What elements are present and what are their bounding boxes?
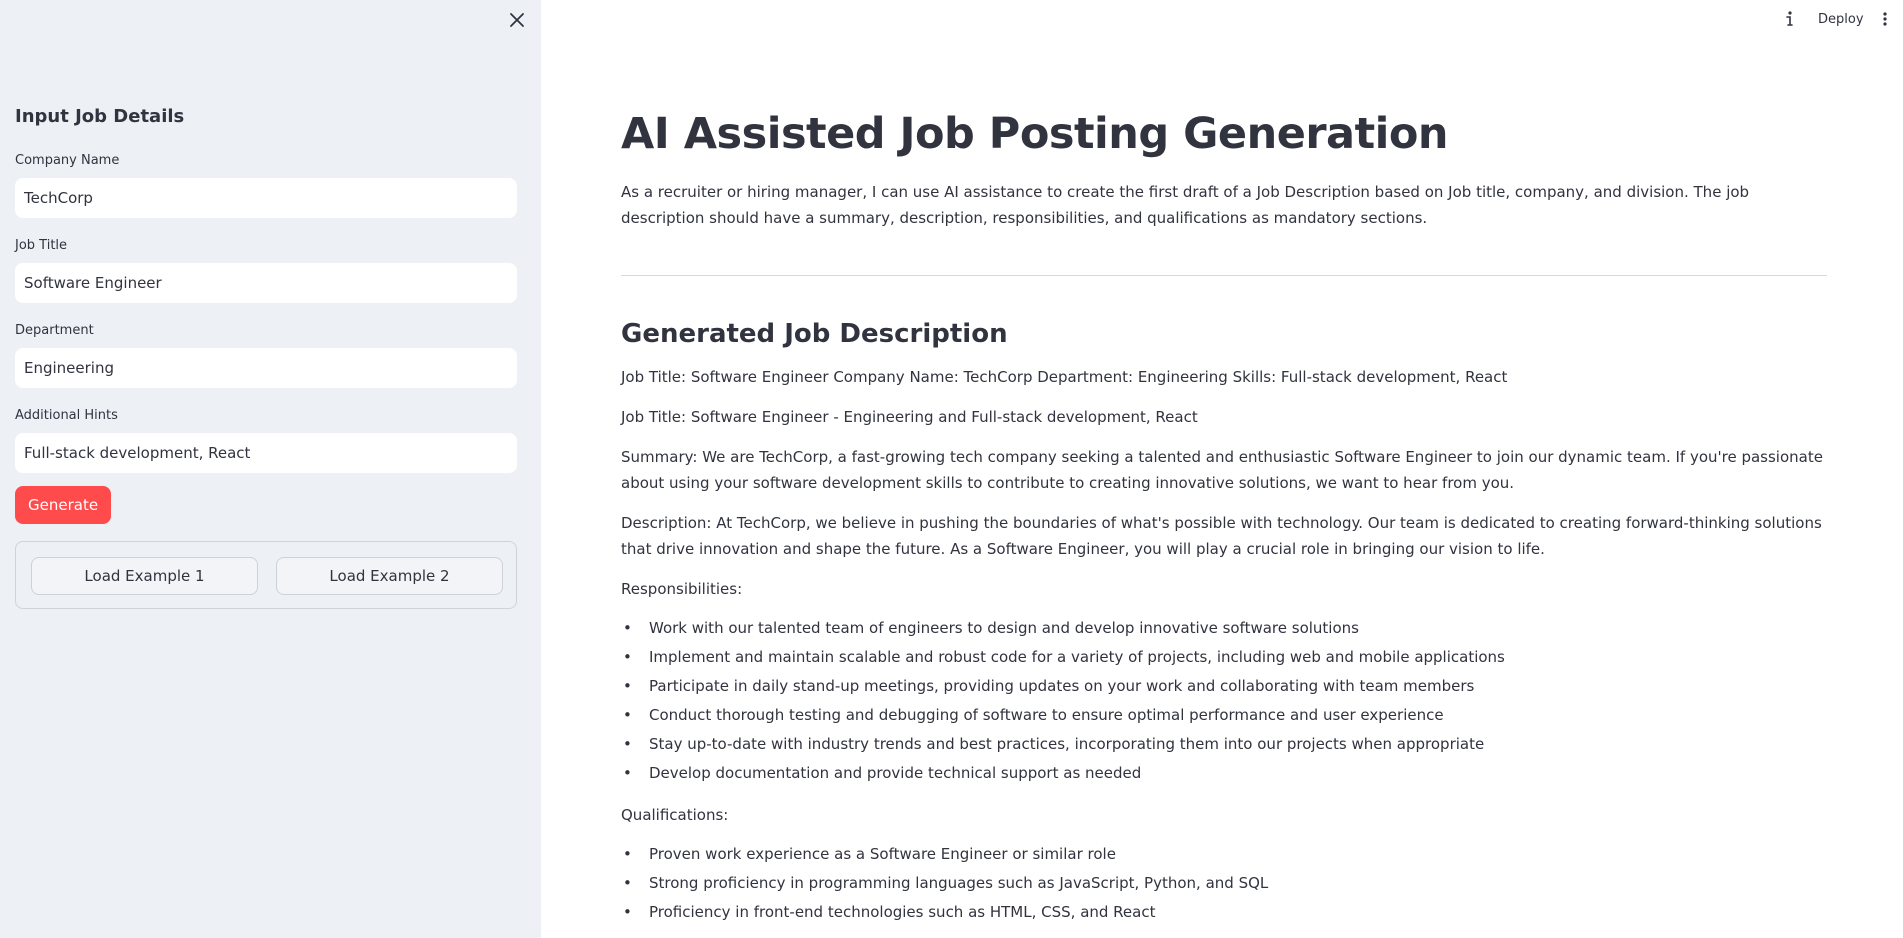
department-label: Department bbox=[15, 323, 94, 338]
description-paragraph: Description: At TechCorp, we believe in … bbox=[621, 514, 1822, 558]
generate-button[interactable]: Generate bbox=[15, 486, 112, 524]
list-item: Strong proficiency in programming langua… bbox=[621, 869, 1827, 898]
additional-hints-input[interactable] bbox=[15, 433, 517, 473]
intro-text: As a recruiter or hiring manager, I can … bbox=[621, 183, 1750, 227]
load-example-1-button[interactable]: Load Example 1 bbox=[31, 557, 258, 595]
section-title: Generated Job Description bbox=[621, 319, 1008, 349]
main-content: AI Assisted Job Posting Generation As a … bbox=[621, 105, 1827, 927]
job-title-input[interactable] bbox=[15, 263, 517, 303]
sidebar-heading: Input Job Details bbox=[15, 106, 185, 127]
page-title: AI Assisted Job Posting Generation bbox=[621, 109, 1449, 159]
list-item: Work with our talented team of engineers… bbox=[621, 614, 1827, 643]
list-item: Proficiency in front-end technologies su… bbox=[621, 898, 1827, 927]
info-icon[interactable] bbox=[1779, 8, 1799, 30]
divider bbox=[621, 275, 1827, 276]
job-title-line: Job Title: Software Engineer - Engineeri… bbox=[621, 408, 1198, 426]
summary-paragraph: Summary: We are TechCorp, a fast-growing… bbox=[621, 448, 1823, 492]
responsibilities-list: Work with our talented team of engineers… bbox=[621, 614, 1827, 788]
list-item: Stay up-to-date with industry trends and… bbox=[621, 730, 1827, 759]
job-summary-line: Job Title: Software Engineer Company Nam… bbox=[621, 368, 1508, 386]
additional-hints-label: Additional Hints bbox=[15, 408, 118, 423]
list-item: Proven work experience as a Software Eng… bbox=[621, 840, 1827, 869]
sidebar: Input Job Details Company Name Job Title… bbox=[0, 0, 541, 938]
examples-container: Load Example 1 Load Example 2 bbox=[15, 541, 517, 609]
company-name-label: Company Name bbox=[15, 153, 120, 168]
company-name-input[interactable] bbox=[15, 178, 517, 218]
list-item: Conduct thorough testing and debugging o… bbox=[621, 701, 1827, 730]
load-example-2-button[interactable]: Load Example 2 bbox=[276, 557, 503, 595]
more-vertical-icon[interactable] bbox=[1877, 8, 1893, 30]
qualifications-label: Qualifications: bbox=[621, 806, 729, 824]
job-title-label: Job Title bbox=[15, 238, 68, 253]
deploy-button[interactable]: Deploy bbox=[1812, 8, 1870, 30]
close-icon[interactable] bbox=[507, 10, 527, 30]
list-item: Implement and maintain scalable and robu… bbox=[621, 643, 1827, 672]
responsibilities-label: Responsibilities: bbox=[621, 580, 743, 598]
list-item: Participate in daily stand-up meetings, … bbox=[621, 672, 1827, 701]
list-item: Develop documentation and provide techni… bbox=[621, 759, 1827, 788]
app: Input Job Details Company Name Job Title… bbox=[0, 0, 1903, 938]
qualifications-list: Proven work experience as a Software Eng… bbox=[621, 840, 1827, 927]
department-input[interactable] bbox=[15, 348, 517, 388]
